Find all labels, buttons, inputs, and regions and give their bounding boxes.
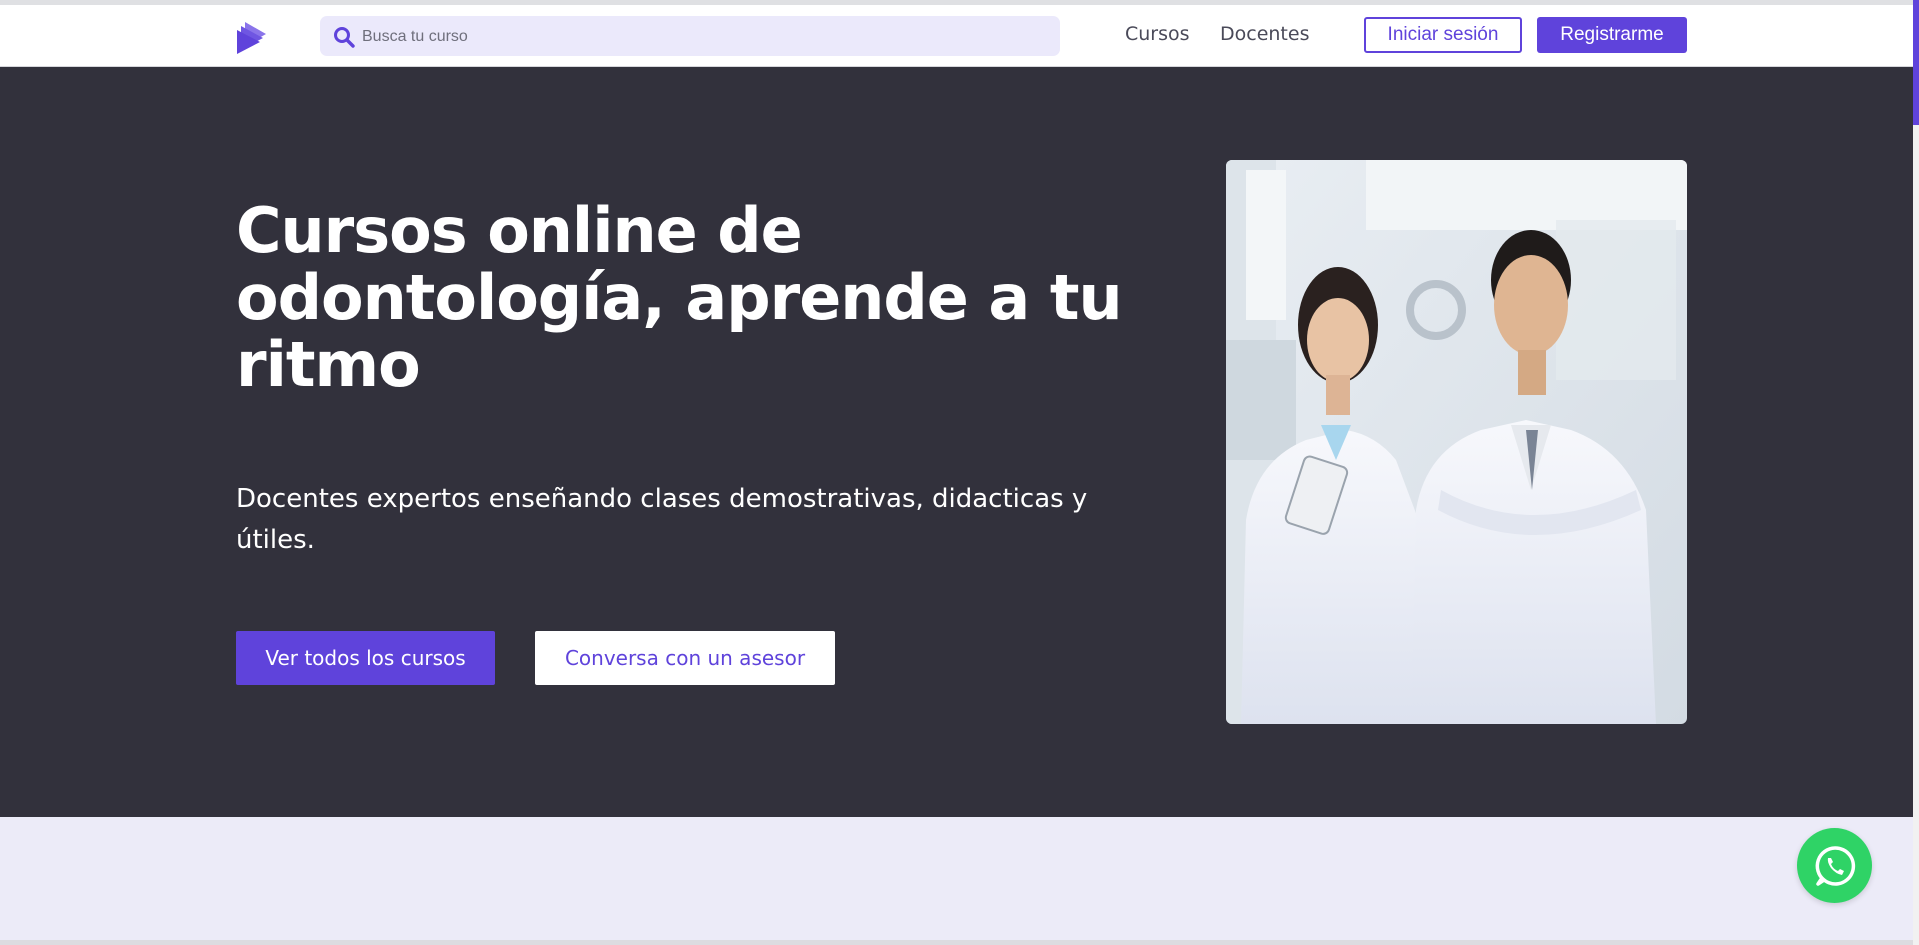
talk-to-advisor-button[interactable]: Conversa con un asesor — [535, 631, 835, 685]
hero-section: Cursos online de odontología, aprende a … — [0, 67, 1913, 817]
search-input[interactable] — [360, 16, 1044, 58]
search-icon[interactable] — [333, 26, 355, 48]
whatsapp-button[interactable] — [1797, 828, 1872, 903]
login-button[interactable]: Iniciar sesión — [1364, 17, 1522, 53]
hero-title: Cursos online de odontología, aprende a … — [236, 194, 1123, 401]
nav-link-docentes[interactable]: Docentes — [1220, 23, 1309, 45]
search-bar — [320, 16, 1060, 58]
navbar: Cursos Docentes Iniciar sesión Registrar… — [0, 5, 1913, 67]
bottom-edge — [0, 940, 1913, 945]
hero-dentists-image — [1226, 160, 1687, 724]
whatsapp-icon — [1815, 845, 1855, 886]
scrollbar-thumb[interactable] — [1913, 0, 1919, 125]
register-button[interactable]: Registrarme — [1537, 17, 1687, 53]
view-all-courses-button[interactable]: Ver todos los cursos — [236, 631, 495, 685]
play-stack-logo-icon[interactable] — [236, 19, 270, 55]
scrollbar-track[interactable] — [1913, 0, 1919, 945]
nav-link-cursos[interactable]: Cursos — [1125, 23, 1190, 45]
hero-subtitle: Docentes expertos enseñando clases demos… — [236, 484, 1088, 555]
